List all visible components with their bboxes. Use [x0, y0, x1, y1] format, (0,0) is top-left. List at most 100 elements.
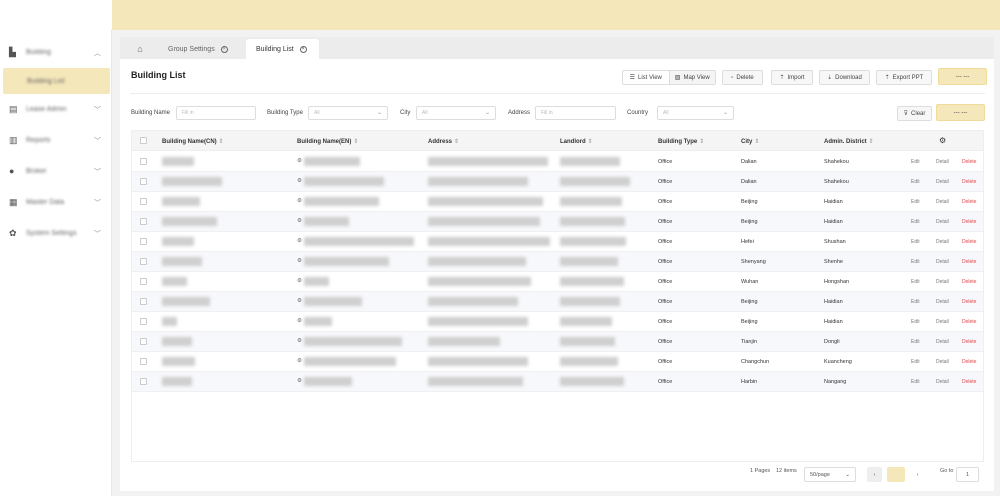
col-admin-district[interactable]: Admin. District ⇕ [824, 138, 874, 145]
table-row[interactable]: ⚙ Office Wuhan Hongshan Edit Detail Delete [132, 272, 983, 292]
table-row[interactable]: ⚙ Office Shenyang Shenhe Edit Detail Delete [132, 252, 983, 272]
delete-link[interactable]: Delete [962, 199, 976, 205]
detail-link[interactable]: Detail [936, 379, 949, 385]
row-checkbox[interactable] [140, 158, 147, 165]
col-building-type[interactable]: Building Type ⇕ [658, 138, 704, 145]
detail-link[interactable]: Detail [936, 199, 949, 205]
col-building-name-cn[interactable]: Building Name(CN) ⇕ [162, 138, 224, 145]
detail-link[interactable]: Detail [936, 179, 949, 185]
sidebar-item-reports[interactable]: ▥ Reports ﹀ [0, 125, 111, 156]
delete-link[interactable]: Delete [962, 359, 976, 365]
next-page-button[interactable]: › [910, 467, 925, 482]
sidebar-item-master-data[interactable]: ▦ Master Data ﹀ [0, 187, 111, 218]
edit-link[interactable]: Edit [911, 219, 920, 225]
current-page-button[interactable] [887, 467, 905, 482]
table-row[interactable]: ⚙ Office Tianjin Dongli Edit Detail Delete [132, 332, 983, 352]
detail-link[interactable]: Detail [936, 319, 949, 325]
edit-link[interactable]: Edit [911, 159, 920, 165]
edit-link[interactable]: Edit [911, 299, 920, 305]
row-checkbox[interactable] [140, 358, 147, 365]
map-view-button[interactable]: ▨ Map View [668, 71, 715, 84]
detail-link[interactable]: Detail [936, 259, 949, 265]
row-checkbox[interactable] [140, 238, 147, 245]
delete-link[interactable]: Delete [962, 219, 976, 225]
detail-link[interactable]: Detail [936, 299, 949, 305]
row-checkbox[interactable] [140, 178, 147, 185]
edit-link[interactable]: Edit [911, 179, 920, 185]
row-checkbox[interactable] [140, 198, 147, 205]
delete-link[interactable]: Delete [962, 239, 976, 245]
import-button[interactable]: ⇡ Import [771, 70, 813, 85]
export-ppt-button[interactable]: ⇡ Export PPT [876, 70, 932, 85]
select-all-checkbox[interactable] [140, 137, 147, 144]
table-row[interactable]: ⚙ Office Beijing Haidian Edit Detail Delete [132, 312, 983, 332]
sidebar-item-broker[interactable]: ● Broker ﹀ [0, 156, 111, 187]
col-address[interactable]: Address ⇕ [428, 138, 459, 145]
delete-link[interactable]: Delete [962, 339, 976, 345]
prev-page-button[interactable]: ‹ [867, 467, 882, 482]
delete-link[interactable]: Delete [962, 299, 976, 305]
sidebar-item-building-list[interactable]: Building List [3, 68, 110, 94]
close-icon[interactable]: × [220, 45, 228, 53]
table-row[interactable]: ⚙ Office Beijing Haidian Edit Detail Delete [132, 292, 983, 312]
row-checkbox[interactable] [140, 258, 147, 265]
edit-link[interactable]: Edit [911, 259, 920, 265]
table-row[interactable]: ⚙ Office Harbin Nangang Edit Detail Delete [132, 372, 983, 392]
clear-button[interactable]: ⊽ Clear [897, 106, 932, 121]
detail-link[interactable]: Detail [936, 279, 949, 285]
tab-building-list[interactable]: Building List × [246, 39, 319, 59]
address-input[interactable]: Fill in [535, 106, 616, 120]
list-view-button[interactable]: ☰ List View [623, 71, 669, 84]
edit-link[interactable]: Edit [911, 379, 920, 385]
delete-link[interactable]: Delete [962, 159, 976, 165]
extra-action-button[interactable]: --- --- [938, 68, 987, 85]
table-row[interactable]: ⚙ Office Hefei Shushan Edit Detail Delete [132, 232, 983, 252]
edit-link[interactable]: Edit [911, 199, 920, 205]
sidebar-item-system-settings[interactable]: ✿ System Settings ﹀ [0, 218, 111, 249]
delete-link[interactable]: Delete [962, 279, 976, 285]
row-checkbox[interactable] [140, 338, 147, 345]
table-row[interactable]: ⚙ Office Beijing Haidian Edit Detail Delete [132, 212, 983, 232]
delete-button[interactable]: ▫ Delete [722, 70, 763, 85]
delete-link[interactable]: Delete [962, 319, 976, 325]
edit-link[interactable]: Edit [911, 319, 920, 325]
tab-group-settings[interactable]: Group Settings × [168, 39, 240, 59]
row-checkbox[interactable] [140, 218, 147, 225]
delete-link[interactable]: Delete [962, 179, 976, 185]
column-settings-icon[interactable]: ⚙ [939, 136, 946, 145]
col-building-name-en[interactable]: Building Name(EN) ⇕ [297, 138, 358, 145]
edit-link[interactable]: Edit [911, 339, 920, 345]
close-icon[interactable]: × [299, 45, 307, 53]
building-type-select[interactable]: All ⌄ [308, 106, 388, 120]
table-row[interactable]: ⚙ Office Changchun Kuancheng Edit Detail Delet… [132, 352, 983, 372]
table-row[interactable]: ⚙ Office Beijing Haidian Edit Detail Delete [132, 192, 983, 212]
city-select[interactable]: All ⌄ [416, 106, 496, 120]
country-select[interactable]: All ⌄ [657, 106, 734, 120]
home-tab[interactable]: ⌂ [132, 39, 148, 59]
row-checkbox[interactable] [140, 318, 147, 325]
edit-link[interactable]: Edit [911, 239, 920, 245]
detail-link[interactable]: Detail [936, 219, 949, 225]
detail-link[interactable]: Detail [936, 159, 949, 165]
detail-link[interactable]: Detail [936, 239, 949, 245]
col-landlord[interactable]: Landlord ⇕ [560, 138, 593, 145]
sidebar-item-lease-admin[interactable]: ▤ Lease Admin ﹀ [0, 94, 111, 125]
edit-link[interactable]: Edit [911, 359, 920, 365]
row-checkbox[interactable] [140, 278, 147, 285]
table-row[interactable]: ⚙ Office Dalian Shahekou Edit Detail Delete [132, 172, 983, 192]
page-size-select[interactable]: 50/page ⌄ [804, 467, 856, 482]
goto-page-input[interactable]: 1 [956, 467, 979, 482]
delete-link[interactable]: Delete [962, 259, 976, 265]
sidebar-item-building[interactable]: ▙ Building ︿ [0, 37, 111, 68]
detail-link[interactable]: Detail [936, 359, 949, 365]
col-city[interactable]: City ⇕ [741, 138, 759, 145]
row-checkbox[interactable] [140, 378, 147, 385]
delete-link[interactable]: Delete [962, 379, 976, 385]
table-row[interactable]: ⚙ Office Dalian Shahekou Edit Detail Delete [132, 152, 983, 172]
search-action-button[interactable]: --- --- [936, 104, 985, 121]
row-checkbox[interactable] [140, 298, 147, 305]
building-name-input[interactable]: Fill in [176, 106, 256, 120]
edit-link[interactable]: Edit [911, 279, 920, 285]
detail-link[interactable]: Detail [936, 339, 949, 345]
download-button[interactable]: ⇣ Download [819, 70, 870, 85]
